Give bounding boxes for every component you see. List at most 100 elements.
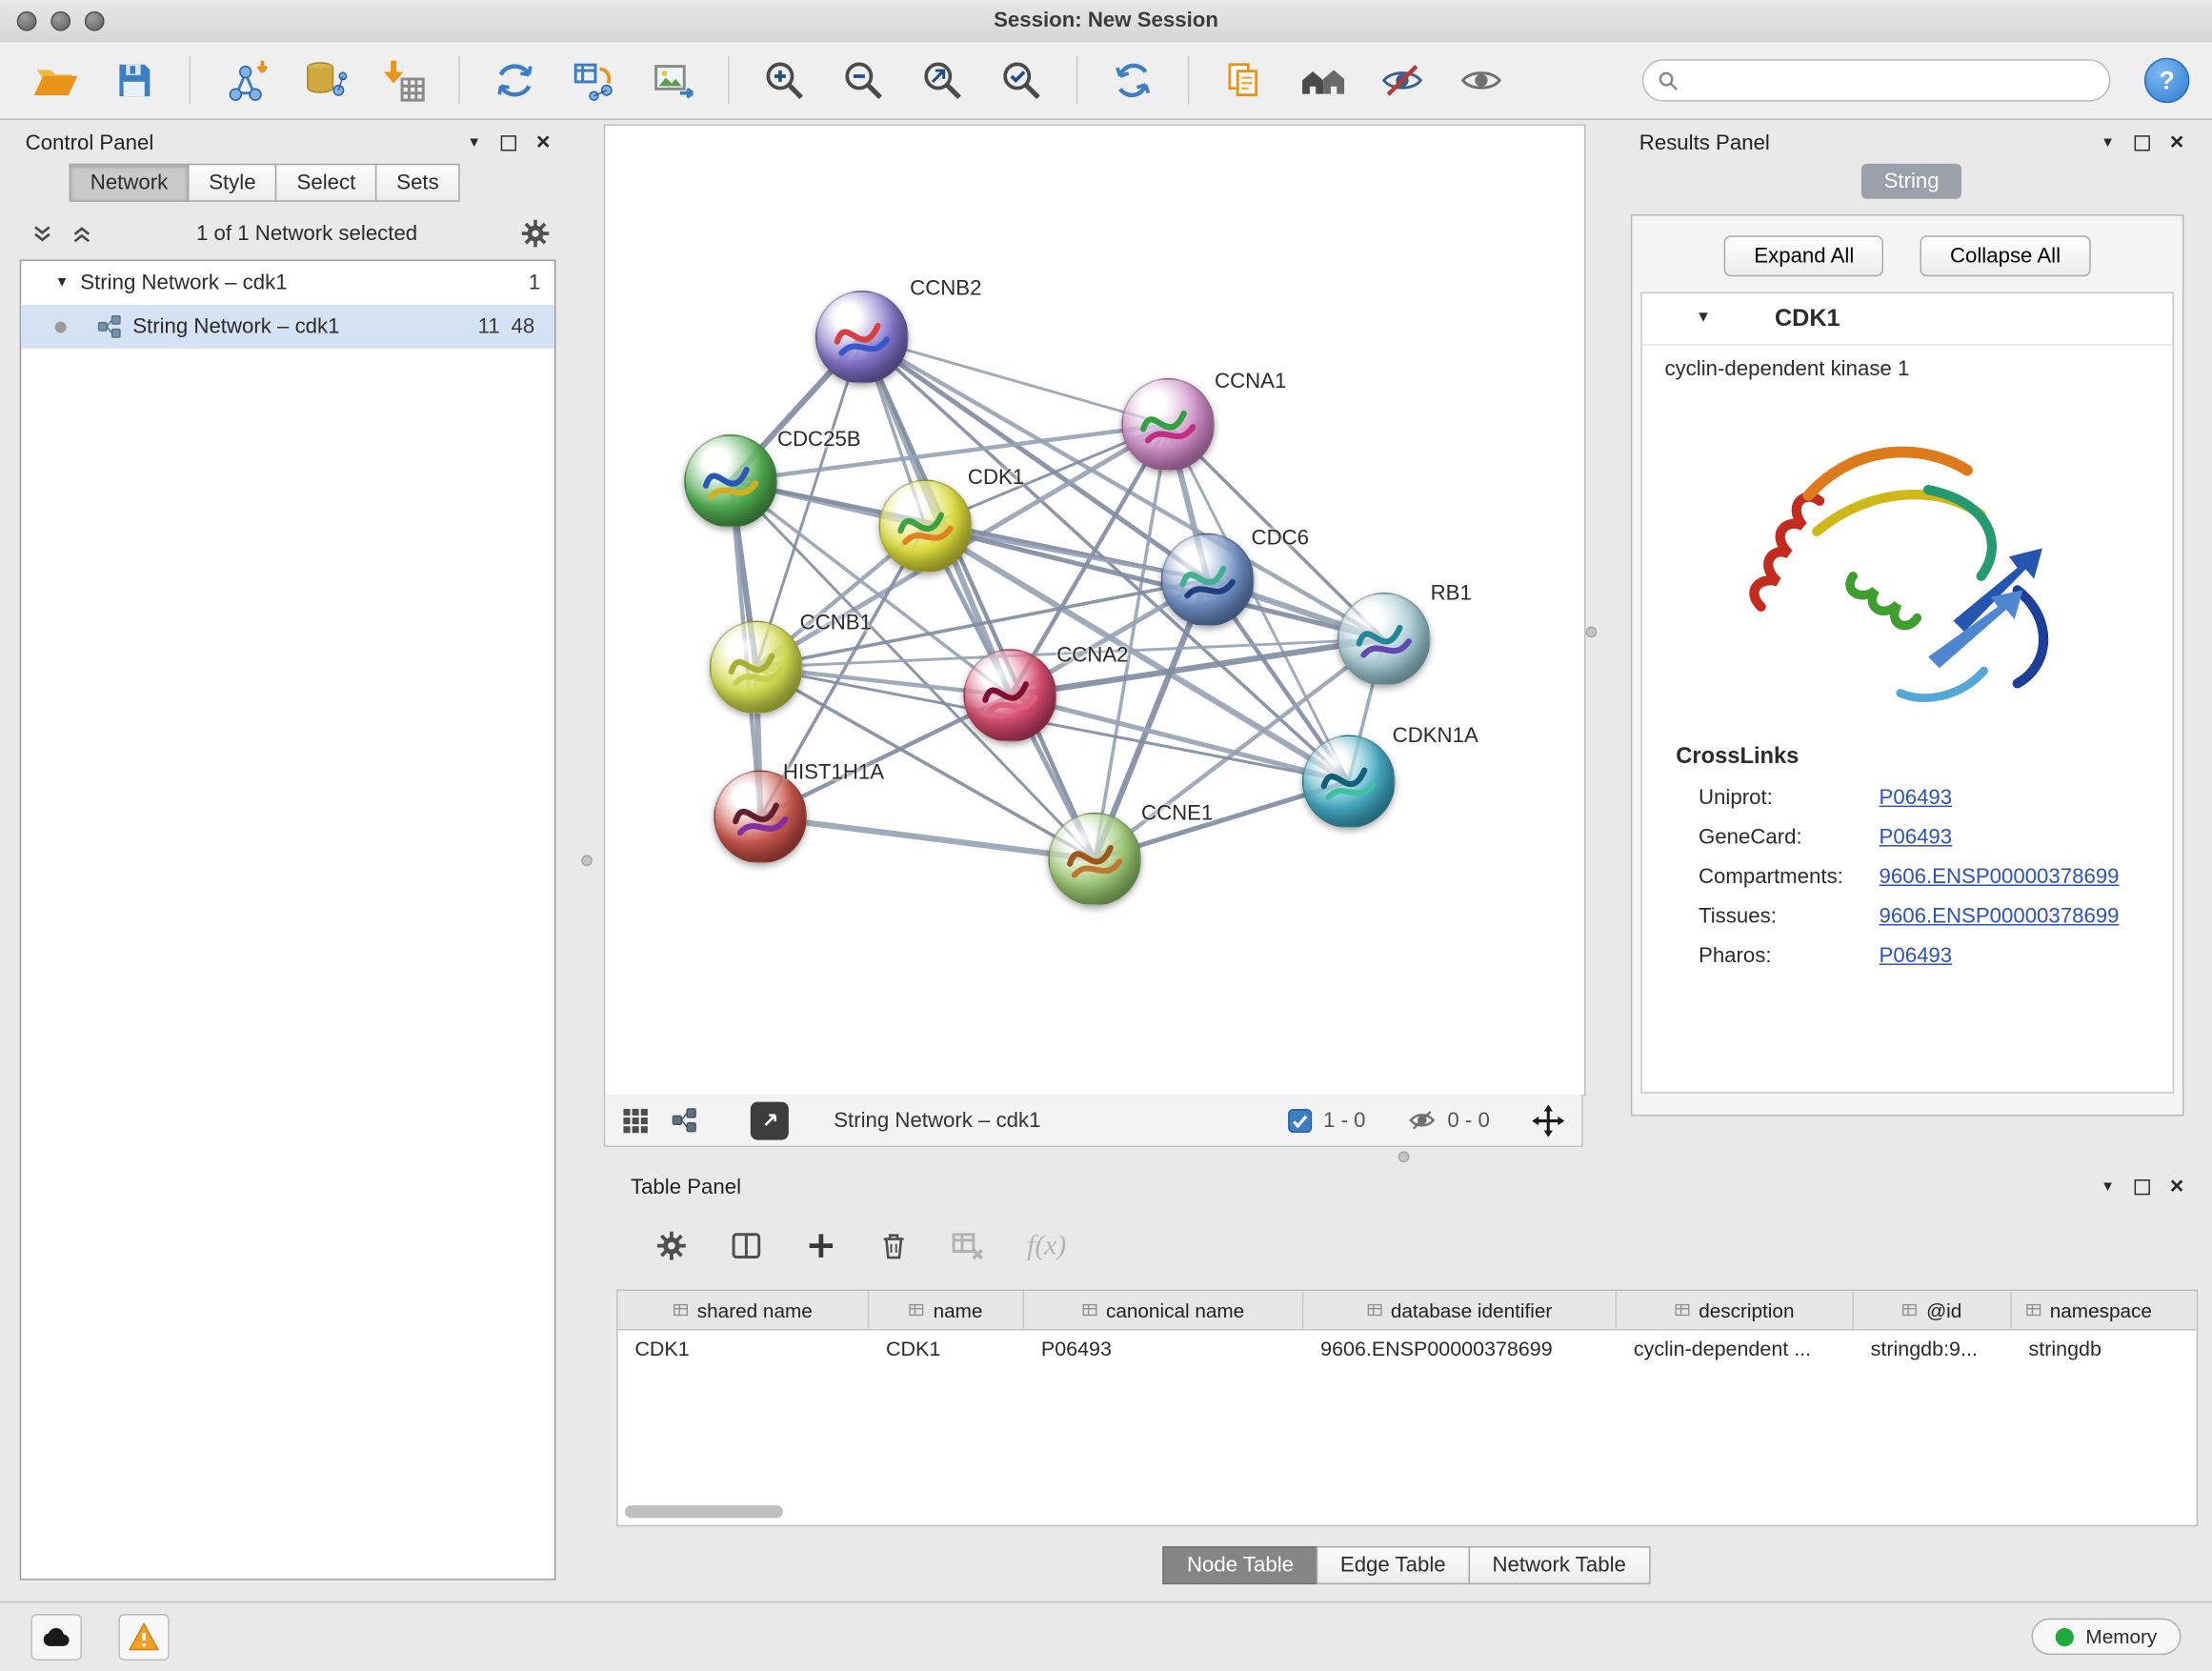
copy-document-button[interactable]	[1212, 50, 1277, 111]
collapse-all-icon[interactable]	[31, 222, 54, 245]
network-node-cdkn1a[interactable]	[1302, 735, 1396, 829]
network-options-gear-icon[interactable]	[520, 219, 550, 249]
tab-edge-table[interactable]: Edge Table	[1317, 1546, 1470, 1584]
table-cell[interactable]: cyclin-dependent ...	[1617, 1330, 1854, 1368]
panel-menu-caret-icon[interactable]: ▼	[2101, 134, 2115, 150]
right-splitter-handle[interactable]	[1586, 627, 1598, 638]
column-header[interactable]: canonical name	[1024, 1291, 1303, 1329]
import-network-database-button[interactable]	[292, 50, 357, 111]
table-cell[interactable]: 9606.ENSP00000378699	[1303, 1330, 1617, 1368]
tab-select[interactable]: Select	[275, 164, 376, 202]
zoom-fit-button[interactable]	[910, 50, 975, 111]
function-builder-button[interactable]: f(x)	[1027, 1230, 1066, 1262]
delete-column-button[interactable]	[879, 1231, 909, 1260]
table-cell[interactable]: P06493	[1024, 1330, 1303, 1368]
crosslink-link[interactable]: 9606.ENSP00000378699	[1880, 904, 2120, 928]
tab-sets[interactable]: Sets	[375, 164, 460, 202]
panel-menu-caret-icon[interactable]: ▼	[2101, 1178, 2115, 1194]
table-cell[interactable]: CDK1	[618, 1330, 870, 1368]
expand-all-icon[interactable]	[70, 222, 93, 245]
search-input[interactable]	[1687, 68, 2095, 93]
tab-network-table[interactable]: Network Table	[1468, 1546, 1650, 1584]
table-cell[interactable]: stringdb:9...	[1854, 1330, 2012, 1368]
collapse-all-button[interactable]: Collapse All	[1920, 235, 2090, 276]
expand-all-button[interactable]: Expand All	[1724, 235, 1883, 276]
network-node-ccne1[interactable]	[1048, 813, 1141, 906]
export-image-button[interactable]	[640, 50, 705, 111]
show-all-button[interactable]	[1449, 50, 1514, 111]
birdseye-grid-icon[interactable]	[622, 1107, 649, 1134]
network-glyph-icon[interactable]	[672, 1108, 697, 1134]
protein-card-header[interactable]: ▼ CDK1	[1642, 293, 2173, 346]
search-box[interactable]	[1642, 59, 2111, 101]
zoom-out-button[interactable]	[831, 50, 895, 111]
tree-expand-caret-icon[interactable]: ▼	[55, 275, 70, 291]
pan-crosshair-icon[interactable]	[1532, 1104, 1564, 1137]
zoom-selected-button[interactable]	[989, 50, 1054, 111]
warnings-button[interactable]	[118, 1613, 169, 1660]
table-options-button[interactable]	[656, 1230, 688, 1261]
panel-float-icon[interactable]	[2135, 134, 2150, 150]
network-node-cdc6[interactable]	[1161, 534, 1255, 627]
table-row[interactable]: CDK1 CDK1 P06493 9606.ENSP00000378699 cy…	[618, 1330, 2197, 1368]
new-network-button[interactable]	[482, 50, 547, 111]
collapse-caret-icon[interactable]: ▼	[1696, 309, 1711, 326]
panel-float-icon[interactable]	[2135, 1178, 2150, 1194]
add-column-button[interactable]	[806, 1230, 837, 1261]
panel-close-icon[interactable]: ×	[2170, 1179, 2184, 1194]
apply-layout-button[interactable]	[1100, 50, 1165, 111]
column-header[interactable]: name	[869, 1291, 1024, 1329]
network-node-cdk1[interactable]	[879, 480, 973, 574]
network-node-rb1[interactable]	[1337, 593, 1431, 686]
tab-node-table[interactable]: Node Table	[1163, 1546, 1317, 1584]
left-splitter-handle[interactable]	[581, 855, 593, 866]
network-node-cdc25b[interactable]	[684, 434, 777, 528]
network-from-table-button[interactable]	[561, 50, 626, 111]
import-network-file-button[interactable]	[213, 50, 278, 111]
tab-style[interactable]: Style	[188, 164, 277, 202]
network-view-canvas[interactable]: CCNB2CCNA1CDC25BCDK1CDC6RB1CCNB1CCNA2CDK…	[604, 124, 1586, 1096]
tab-string[interactable]: String	[1861, 164, 1961, 199]
column-header[interactable]: namespace	[2012, 1291, 2198, 1329]
network-row[interactable]: String Network – cdk1 11 48	[21, 305, 554, 349]
crosslink-link[interactable]: P06493	[1880, 944, 1953, 968]
first-neighbors-button[interactable]	[1291, 50, 1356, 111]
crosslink-link[interactable]: P06493	[1880, 825, 1953, 849]
crosslink-link[interactable]: P06493	[1880, 786, 1953, 810]
table-cell[interactable]: CDK1	[869, 1330, 1024, 1368]
delete-table-button[interactable]	[951, 1229, 985, 1263]
panel-float-icon[interactable]	[501, 134, 516, 150]
scrollbar-thumb[interactable]	[625, 1505, 783, 1518]
network-node-ccna2[interactable]	[963, 649, 1056, 742]
hidden-eye-slash-icon[interactable]	[1408, 1106, 1437, 1135]
hide-selected-button[interactable]	[1370, 50, 1435, 111]
table-cell[interactable]: stringdb	[2012, 1330, 2198, 1368]
zoom-in-button[interactable]	[752, 50, 816, 111]
network-node-ccna1[interactable]	[1121, 378, 1215, 472]
open-session-button[interactable]	[23, 50, 88, 111]
panel-menu-caret-icon[interactable]: ▼	[467, 134, 481, 150]
column-header[interactable]: database identifier	[1303, 1291, 1617, 1329]
network-collection-row[interactable]: ▼ String Network – cdk1 1	[21, 261, 554, 305]
save-session-button[interactable]	[102, 50, 167, 111]
panel-close-icon[interactable]: ×	[2170, 135, 2184, 150]
tab-network[interactable]: Network	[70, 164, 190, 202]
crosslink-link[interactable]: 9606.ENSP00000378699	[1880, 865, 2120, 889]
memory-button[interactable]: Memory	[2032, 1619, 2181, 1656]
close-window-button[interactable]	[17, 11, 37, 31]
selected-checkbox-icon[interactable]	[1288, 1108, 1312, 1132]
horizontal-scrollbar[interactable]	[625, 1505, 2188, 1518]
network-node-ccnb1[interactable]	[710, 621, 803, 715]
column-header[interactable]: description	[1617, 1291, 1854, 1329]
minimize-window-button[interactable]	[50, 11, 70, 31]
import-table-button[interactable]	[371, 50, 435, 111]
bottom-splitter-handle[interactable]	[1398, 1151, 1410, 1162]
help-button[interactable]: ?	[2144, 58, 2189, 103]
column-header[interactable]: @id	[1854, 1291, 2012, 1329]
column-header[interactable]: shared name	[618, 1291, 870, 1329]
show-columns-button[interactable]	[730, 1229, 764, 1263]
network-node-ccnb2[interactable]	[815, 291, 909, 384]
cloud-status-button[interactable]	[31, 1613, 82, 1660]
maximize-window-button[interactable]	[85, 11, 105, 31]
open-in-new-window-button[interactable]	[751, 1101, 789, 1139]
